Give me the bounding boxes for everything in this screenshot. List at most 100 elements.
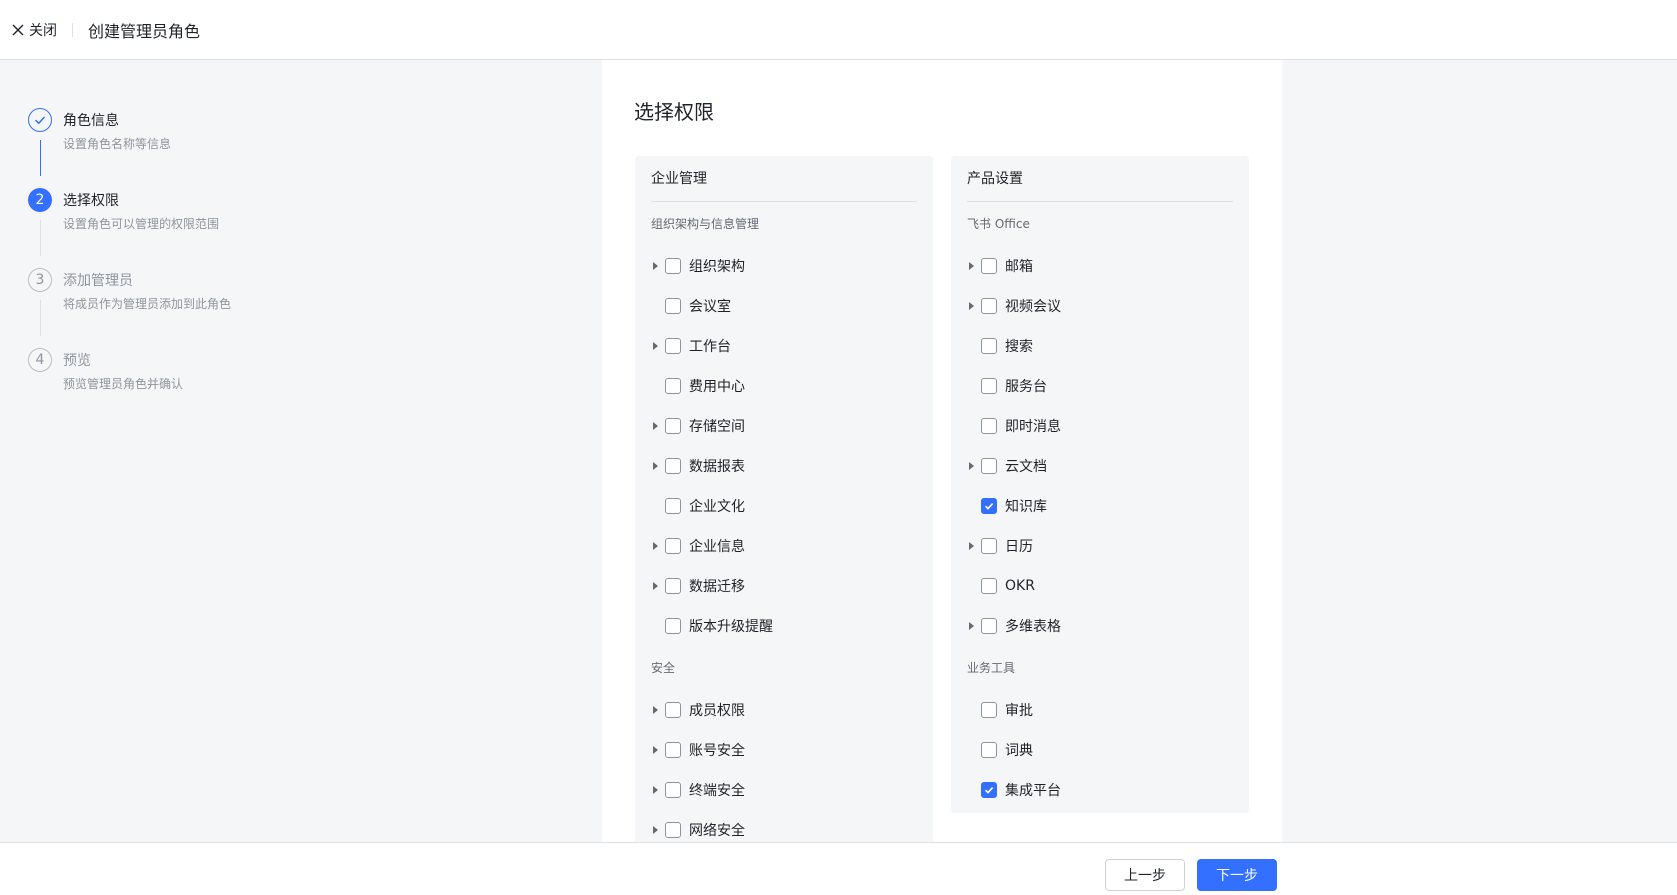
caret-right-icon[interactable]: [967, 259, 981, 273]
permission-label: 数据报表: [689, 459, 745, 475]
permission-item[interactable]: 集成平台: [967, 770, 1233, 810]
permission-item[interactable]: 费用中心: [651, 366, 917, 406]
caret-right-icon[interactable]: [651, 823, 665, 837]
next-step-button[interactable]: 下一步: [1197, 859, 1277, 891]
caret-spacer: [967, 703, 981, 717]
checkbox[interactable]: [981, 418, 997, 434]
caret-right-icon[interactable]: [651, 539, 665, 553]
permission-item[interactable]: 日历: [967, 526, 1233, 566]
checkbox[interactable]: [665, 782, 681, 798]
checkbox[interactable]: [665, 258, 681, 274]
caret-right-icon[interactable]: [651, 259, 665, 273]
permission-item[interactable]: 企业信息: [651, 526, 917, 566]
close-button[interactable]: 关闭: [12, 20, 57, 40]
permission-item[interactable]: 邮箱: [967, 246, 1233, 286]
permission-label: 审批: [1005, 703, 1033, 719]
step-connector: [40, 140, 41, 176]
step-connector: [40, 300, 41, 336]
permission-item[interactable]: 网络安全: [651, 810, 917, 842]
permission-item[interactable]: 即时消息: [967, 406, 1233, 446]
check-icon: [984, 787, 994, 794]
checkbox[interactable]: [981, 378, 997, 394]
permission-item[interactable]: 组织架构: [651, 246, 917, 286]
section-title: 选择权限: [634, 100, 714, 124]
close-icon: [12, 24, 24, 35]
permission-item[interactable]: 成员权限: [651, 690, 917, 730]
caret-right-icon[interactable]: [651, 703, 665, 717]
permission-item[interactable]: 存储空间: [651, 406, 917, 446]
caret-spacer: [967, 379, 981, 393]
checkbox-checked[interactable]: [981, 498, 997, 514]
checkbox[interactable]: [665, 418, 681, 434]
permission-item[interactable]: 知识库: [967, 486, 1233, 526]
permission-item[interactable]: 会议室: [651, 286, 917, 326]
permission-item[interactable]: 终端安全: [651, 770, 917, 810]
permission-item[interactable]: 工作台: [651, 326, 917, 366]
permission-label: 搜索: [1005, 339, 1033, 355]
checkbox[interactable]: [665, 458, 681, 474]
checkbox[interactable]: [665, 338, 681, 354]
permissions-main: 选择权限 企业管理 组织架构与信息管理 组织架构 会议室 工作台 费用中心 存储空间 数据报…: [602, 60, 1282, 842]
permission-item[interactable]: 数据迁移: [651, 566, 917, 606]
caret-spacer: [967, 419, 981, 433]
checkbox[interactable]: [981, 258, 997, 274]
permission-item[interactable]: OKR: [967, 566, 1233, 606]
permission-label: 集成平台: [1005, 783, 1061, 799]
product-settings-panel: 产品设置 飞书 Office 邮箱 视频会议 搜索 服务台 即时消息 云文档 知识库 日历 OKR…: [951, 156, 1249, 813]
checkbox[interactable]: [665, 702, 681, 718]
permission-item[interactable]: 多维表格: [967, 606, 1233, 646]
permission-label: 云文档: [1005, 459, 1047, 475]
checkbox[interactable]: [665, 618, 681, 634]
caret-right-icon[interactable]: [651, 579, 665, 593]
prev-step-button[interactable]: 上一步: [1105, 859, 1185, 891]
caret-spacer: [967, 743, 981, 757]
checkbox[interactable]: [981, 338, 997, 354]
permission-item[interactable]: 数据报表: [651, 446, 917, 486]
permission-item[interactable]: 云文档: [967, 446, 1233, 486]
checkbox[interactable]: [665, 538, 681, 554]
checkbox[interactable]: [665, 378, 681, 394]
step-desc: 预览管理员角色并确认: [63, 377, 184, 391]
checkbox[interactable]: [981, 458, 997, 474]
checkbox[interactable]: [665, 498, 681, 514]
permission-item[interactable]: 服务台: [967, 366, 1233, 406]
caret-right-icon[interactable]: [967, 539, 981, 553]
checkbox-checked[interactable]: [981, 782, 997, 798]
permission-item[interactable]: 搜索: [967, 326, 1233, 366]
permission-item[interactable]: 版本升级提醒: [651, 606, 917, 646]
checkbox[interactable]: [665, 822, 681, 838]
caret-spacer: [651, 619, 665, 633]
checkbox[interactable]: [981, 618, 997, 634]
permission-item[interactable]: 词典: [967, 730, 1233, 770]
permission-label: 数据迁移: [689, 579, 745, 595]
permission-item[interactable]: 账号安全: [651, 730, 917, 770]
checkbox[interactable]: [981, 298, 997, 314]
header-bar: 关闭 创建管理员角色: [0, 0, 1677, 60]
permission-item[interactable]: 审批: [967, 690, 1233, 730]
caret-right-icon[interactable]: [651, 419, 665, 433]
checkbox[interactable]: [981, 702, 997, 718]
caret-right-icon[interactable]: [967, 299, 981, 313]
caret-right-icon[interactable]: [651, 743, 665, 757]
step-number: 4: [28, 348, 52, 372]
checkbox[interactable]: [981, 538, 997, 554]
checkbox[interactable]: [665, 298, 681, 314]
caret-right-icon[interactable]: [651, 339, 665, 353]
group-label: 业务工具: [967, 661, 1016, 675]
caret-right-icon[interactable]: [651, 459, 665, 473]
caret-right-icon[interactable]: [967, 459, 981, 473]
permission-item[interactable]: 企业文化: [651, 486, 917, 526]
caret-spacer: [651, 499, 665, 513]
caret-right-icon[interactable]: [967, 619, 981, 633]
caret-right-icon[interactable]: [651, 783, 665, 797]
panel-header: 企业管理: [651, 156, 917, 202]
checkbox[interactable]: [665, 578, 681, 594]
footer-bar: 上一步 下一步: [0, 842, 1677, 895]
checkbox[interactable]: [665, 742, 681, 758]
step-add-admin: 3 添加管理员 将成员作为管理员添加到此角色: [28, 265, 328, 345]
step-desc: 将成员作为管理员添加到此角色: [63, 297, 232, 311]
check-icon: [984, 503, 994, 510]
checkbox[interactable]: [981, 578, 997, 594]
checkbox[interactable]: [981, 742, 997, 758]
permission-item[interactable]: 视频会议: [967, 286, 1233, 326]
